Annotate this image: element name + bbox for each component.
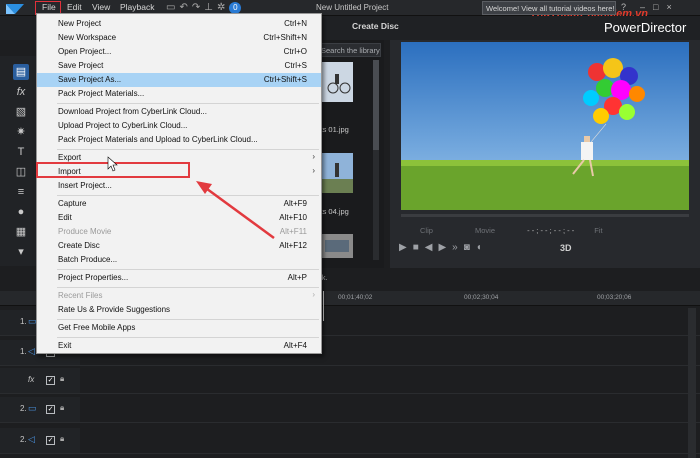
mouse-cursor-icon bbox=[107, 156, 118, 172]
